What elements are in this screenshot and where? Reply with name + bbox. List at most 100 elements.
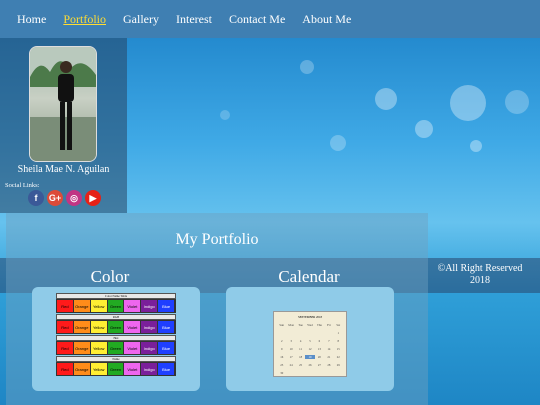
calendar-widget: SEPTEMBER 2018 Sun Mon Tue Wed Thu Fri Sat 1 2 3 4… <box>273 311 347 377</box>
nav-interest[interactable]: Interest <box>176 12 212 27</box>
color-cell: Violet <box>124 363 142 375</box>
calendar-day-header: Tue <box>298 323 303 327</box>
calendar-title: SEPTEMBER 2018 <box>297 315 323 319</box>
social-links-label: Social Links: <box>5 182 40 189</box>
calendar-date[interactable]: 30 <box>277 371 286 375</box>
calendar-day-header: Sun <box>279 323 285 327</box>
calendar-date[interactable] <box>296 331 305 335</box>
page-title: My Portfolio <box>175 231 259 248</box>
color-cell: Blue <box>158 300 176 312</box>
calendar-day-header: Fri <box>327 323 331 327</box>
nav-about-me[interactable]: About Me <box>302 12 351 27</box>
calendar-date[interactable]: 23 <box>277 363 286 367</box>
calendar-date[interactable]: 1 <box>334 331 343 335</box>
calendar-date[interactable]: 19 <box>305 355 315 359</box>
calendar-date[interactable]: 9 <box>277 347 286 351</box>
color-cell: Violet <box>124 342 142 354</box>
calendar-date[interactable]: 3 <box>286 339 295 343</box>
calendar-date[interactable]: 2 <box>277 339 286 343</box>
calendar-heading: Calendar <box>278 267 340 286</box>
footer: ©All Right Reserved 2018 <box>430 263 530 287</box>
color-table-row: RGB Red Orange Yellow Green Violet Indigo Blue <box>56 314 176 334</box>
nav-home[interactable]: Home <box>17 12 46 27</box>
color-table-row: Name Red Orange Yellow Green Violet Indigo Blue <box>56 356 176 376</box>
color-cell: Indigo <box>141 342 159 354</box>
nav-portfolio[interactable]: Portfolio <box>63 12 106 27</box>
color-cell: Orange <box>73 321 91 333</box>
color-table-row: Color Name Table Red Orange Yellow Green Viol… <box>56 293 176 313</box>
calendar-date[interactable]: 20 <box>315 355 324 359</box>
calendar-date[interactable]: 11 <box>296 347 305 351</box>
google-plus-icon[interactable]: G+ <box>47 190 63 206</box>
calendar-date[interactable]: 18 <box>296 355 305 359</box>
color-cell: Yellow <box>90 342 108 354</box>
calendar-date[interactable]: 13 <box>315 347 324 351</box>
calendar-date[interactable]: 16 <box>277 355 286 359</box>
color-cell: Red <box>57 300 74 312</box>
youtube-icon[interactable]: ▶ <box>85 190 101 206</box>
color-cell: Red <box>57 342 74 354</box>
nav-contact-me[interactable]: Contact Me <box>229 12 285 27</box>
calendar-date[interactable]: 21 <box>324 355 333 359</box>
calendar-date[interactable]: 22 <box>334 355 343 359</box>
profile-sidebar: Sheila Mae N. Aguilan Social Links: f G+ ◎… <box>0 38 127 213</box>
nav-gallery[interactable]: Gallery <box>123 12 159 27</box>
calendar-date[interactable]: 12 <box>305 347 314 351</box>
calendar-date[interactable]: 7 <box>324 339 333 343</box>
calendar-date[interactable]: 6 <box>315 339 324 343</box>
calendar-date[interactable]: 26 <box>305 363 314 367</box>
color-cell: Indigo <box>141 363 159 375</box>
calendar-date[interactable] <box>277 331 286 335</box>
instagram-icon[interactable]: ◎ <box>66 190 82 206</box>
social-links: f G+ ◎ ▶ <box>28 190 101 206</box>
footer-copyright: ©All Right Reserved <box>437 263 523 274</box>
top-nav: Home Portfolio Gallery Interest Contact Me Ab… <box>0 0 540 38</box>
calendar-date[interactable]: 5 <box>305 339 314 343</box>
profile-photo <box>29 46 97 162</box>
color-cell: Green <box>107 342 125 354</box>
calendar-date[interactable]: 15 <box>334 347 343 351</box>
calendar-date[interactable] <box>286 331 295 335</box>
color-cell: Blue <box>158 321 176 333</box>
color-cell: Violet <box>124 300 142 312</box>
calendar-date[interactable]: 10 <box>286 347 295 351</box>
color-cell: Yellow <box>90 300 108 312</box>
color-cell: Indigo <box>141 321 159 333</box>
calendar-date[interactable]: 27 <box>315 363 324 367</box>
color-cell: Red <box>57 363 74 375</box>
color-cell: Violet <box>124 321 142 333</box>
color-cell: Green <box>107 321 125 333</box>
calendar-date[interactable]: 4 <box>296 339 305 343</box>
profile-name: Sheila Mae N. Aguilan <box>17 164 110 175</box>
calendar-date[interactable] <box>315 331 324 335</box>
calendar-date[interactable] <box>305 331 314 335</box>
calendar-date[interactable]: 25 <box>296 363 305 367</box>
color-cell: Green <box>107 300 125 312</box>
color-cell: Blue <box>158 342 176 354</box>
calendar-date[interactable]: 28 <box>324 363 333 367</box>
calendar-day-header: Sat <box>336 323 341 327</box>
facebook-icon[interactable]: f <box>28 190 44 206</box>
calendar-day-header: Mon <box>288 323 294 327</box>
calendar-date[interactable]: 24 <box>286 363 295 367</box>
color-cell: Orange <box>73 363 91 375</box>
color-card: Color Name Table Red Orange Yellow Green Viol… <box>32 287 200 391</box>
color-cell: Orange <box>73 342 91 354</box>
calendar-date[interactable]: 8 <box>334 339 343 343</box>
color-heading: Color <box>90 267 130 286</box>
color-cell: Orange <box>73 300 91 312</box>
color-table-row: Hex Red Orange Yellow Green Violet Indigo Blue <box>56 335 176 355</box>
calendar-date[interactable]: 29 <box>334 363 343 367</box>
color-cell: Blue <box>158 363 176 375</box>
color-cell: Yellow <box>90 363 108 375</box>
calendar-day-header: Thu <box>317 323 322 327</box>
calendar-date[interactable]: 14 <box>324 347 333 351</box>
calendar-day-header: Wed <box>307 323 313 327</box>
color-cell: Yellow <box>90 321 108 333</box>
color-cell: Green <box>107 363 125 375</box>
calendar-date[interactable] <box>324 331 333 335</box>
calendar-card: SEPTEMBER 2018 Sun Mon Tue Wed Thu Fri Sat 1 2 3 4… <box>226 287 394 391</box>
calendar-date[interactable]: 17 <box>286 355 295 359</box>
footer-year: 2018 <box>470 275 490 286</box>
color-cell: Indigo <box>141 300 159 312</box>
